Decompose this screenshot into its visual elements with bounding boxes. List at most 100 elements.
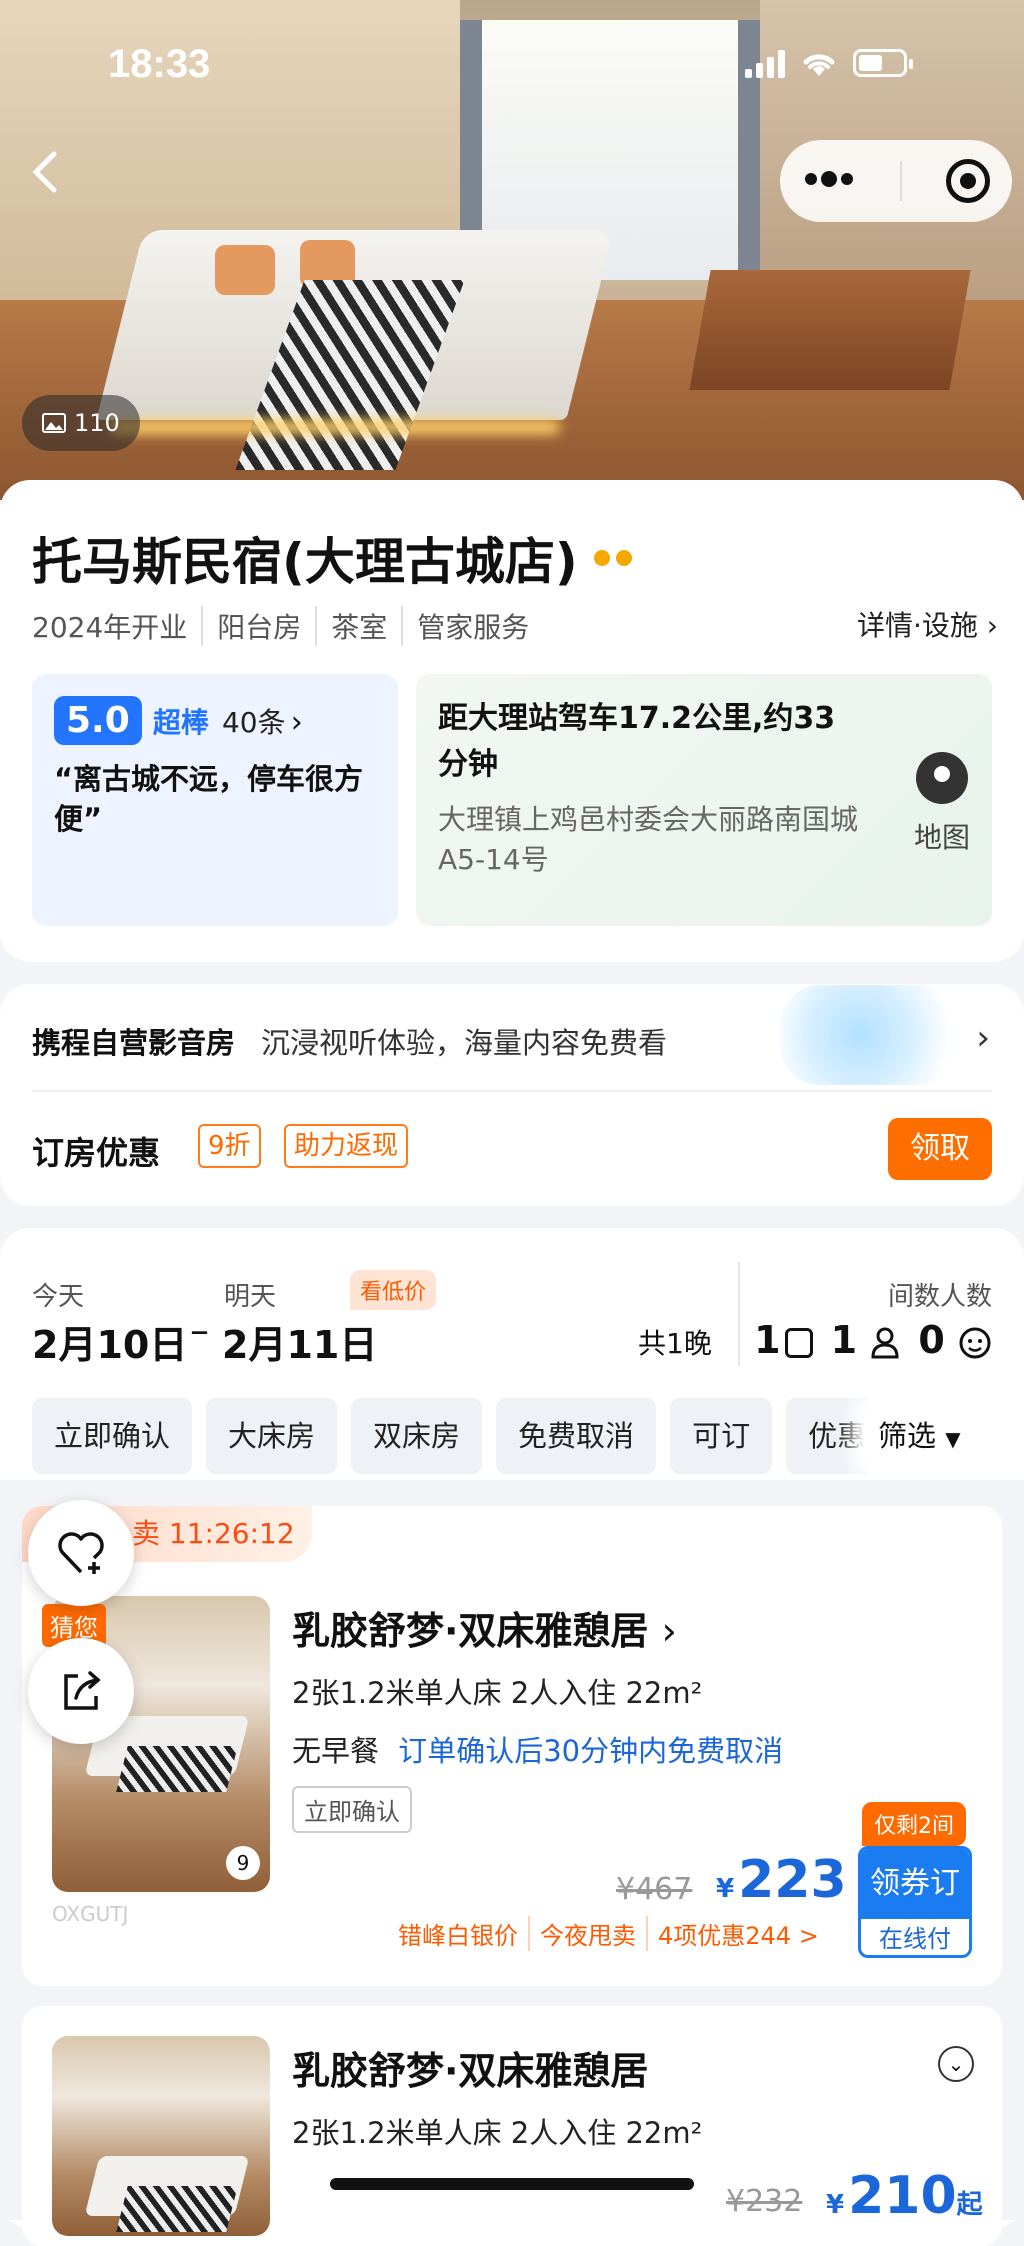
room-name[interactable]: 乳胶舒梦·双床雅憩居 (292, 2040, 648, 2095)
diamond-icon (593, 550, 610, 566)
map-label: 地图 (913, 821, 970, 854)
diamond-icon (615, 550, 632, 566)
share-button[interactable] (28, 1638, 134, 1744)
room-icon (784, 1327, 813, 1358)
review-summary[interactable]: 5.0 超棒 40条 › “离古城不远，停车很方便” (32, 674, 398, 926)
filter-chip[interactable]: 大床房 (206, 1398, 338, 1474)
favorite-button[interactable] (28, 1500, 134, 1606)
chevron-right-icon[interactable]: › (976, 1018, 990, 1058)
currency: ¥ (716, 1874, 735, 1904)
filter-chip[interactable]: 立即确认 (32, 1398, 193, 1474)
room-price: ¥223 (716, 1850, 847, 1910)
filter-chip[interactable]: 优惠 (786, 1398, 868, 1474)
hotel-tag: 阳台房 (201, 606, 315, 646)
filter-chip[interactable]: 可订 (670, 1398, 773, 1474)
room-price: ¥210起 (826, 2166, 983, 2226)
chevron-right-icon: › (661, 1609, 677, 1653)
map-button[interactable]: 地图 (914, 752, 970, 856)
photo-count-badge[interactable]: 110 (22, 395, 140, 451)
breakfast: 无早餐 (292, 1734, 380, 1768)
deal-tags[interactable]: 错峰白银价 今夜甩卖 4项优惠244 > (398, 1916, 829, 1951)
low-price-tag[interactable]: 看低价 (350, 1270, 437, 1310)
deal-tag: 今夜甩卖 (528, 1916, 646, 1951)
battery-icon (853, 49, 913, 77)
checkout-date[interactable]: 2月11日 (222, 1314, 377, 1369)
hotel-title: 托马斯民宿(大理古城店) (32, 522, 632, 594)
claim-coupon-button[interactable]: 领取 (888, 1118, 992, 1180)
coupon-tag: 助力返现 (284, 1124, 409, 1168)
checkin-date[interactable]: 2月10日 (32, 1314, 187, 1369)
checkin-label: 今天 (32, 1282, 85, 1312)
status-time: 18:33 (108, 42, 211, 86)
pay-label: 在线付 (879, 1925, 951, 1953)
review-score-word: 超棒 (152, 706, 209, 739)
room-image-count: 9 (226, 1846, 260, 1880)
filter-button[interactable]: 筛选 ▼ (868, 1398, 1008, 1474)
date-dash: – (190, 1308, 209, 1352)
adult-icon (871, 1327, 899, 1358)
location-address: 大理镇上鸡邑村委会大丽路南国城A5-14号 (438, 803, 859, 876)
review-count: 40条 (221, 706, 286, 739)
location-box[interactable]: 距大理站驾车17.2公里,约33分钟 大理镇上鸡邑村委会大丽路南国城A5-14号… (416, 674, 992, 926)
hotel-tag: 2024年开业 (32, 611, 188, 644)
hero-bed-light (110, 420, 560, 434)
deal-tag: 错峰白银价 (398, 1922, 518, 1950)
room-name: 乳胶舒梦·双床雅憩居 (292, 1609, 649, 1653)
book-button[interactable]: 领券订 在线付 (858, 1846, 972, 1958)
review-quote: “离古城不远，停车很方便” (54, 762, 364, 836)
chevron-right-icon: › (986, 609, 998, 642)
hotel-name: 托马斯民宿(大理古城店) (32, 533, 578, 591)
hotel-tag: 茶室 (315, 606, 401, 646)
signal-icon (745, 48, 785, 78)
hero-desk (689, 270, 971, 390)
guest-label: 间数人数 (887, 1282, 992, 1312)
review-score: 5.0 (54, 696, 142, 745)
more-button[interactable] (802, 169, 856, 193)
room-spec: 2张1.2米单人床 2人入住 22m² (292, 1676, 703, 1710)
price-value: 210 (848, 2166, 957, 2226)
film-reel-icon (780, 985, 980, 1085)
wifi-icon (803, 54, 835, 76)
hotel-tags: 2024年开业 阳台房 茶室 管家服务 (32, 606, 543, 646)
back-button[interactable] (30, 150, 74, 194)
expand-chevron-icon[interactable]: ⌄ (938, 2046, 974, 2082)
cinema-room-banner[interactable]: 携程自营影音房 沉浸视听体验，海量内容免费看 (32, 1020, 667, 1062)
child-icon (959, 1327, 991, 1358)
location-distance: 距大理站驾车17.2公里,约33分钟 (438, 701, 836, 782)
promo-desc: 沉浸视听体验，海量内容免费看 (261, 1026, 668, 1060)
image-icon (42, 413, 66, 433)
details-facilities-link[interactable]: 详情·设施 › (857, 604, 998, 644)
promo-title: 携程自营影音房 (32, 1026, 236, 1060)
book-label: 领券订 (861, 1849, 969, 1919)
coupon-tag: 9折 (198, 1124, 261, 1168)
checkout-label: 明天 (224, 1282, 277, 1312)
watermark: OXGUTJ (52, 1902, 129, 1926)
hero-pillow (215, 245, 275, 295)
home-indicator (330, 2178, 694, 2190)
filter-chip[interactable]: 双床房 (351, 1398, 483, 1474)
guest-selector[interactable]: 1 1 0 (754, 1318, 992, 1362)
room-policy: 无早餐 订单确认后30分钟内免费取消 (292, 1728, 783, 1770)
caret-down-icon: ▼ (945, 1427, 961, 1451)
child-count: 0 (918, 1318, 992, 1362)
room-image[interactable] (52, 2036, 270, 2236)
map-pin-icon (915, 752, 968, 804)
close-miniprogram-icon[interactable] (946, 159, 990, 203)
chevron-right-icon: › (290, 705, 303, 740)
original-price: ¥232 (726, 2184, 803, 2219)
cancel-policy: 订单确认后30分钟内免费取消 (398, 1734, 784, 1768)
original-price: ¥467 (616, 1872, 693, 1907)
hotel-tag: 管家服务 (401, 606, 543, 646)
capsule-divider (900, 161, 902, 201)
room-title[interactable]: 乳胶舒梦·双床雅憩居 › (292, 1600, 677, 1655)
room-count: 1 (754, 1318, 813, 1362)
filter-chips: 立即确认 大床房 双床房 免费取消 可订 优惠 (32, 1398, 868, 1474)
status-icons (745, 48, 913, 78)
filter-chip[interactable]: 免费取消 (496, 1398, 657, 1474)
filter-label: 筛选 (878, 1419, 937, 1453)
divider (738, 1262, 740, 1366)
coupon-label: 订房优惠 (32, 1134, 161, 1172)
photo-count: 110 (74, 409, 120, 437)
deal-tag: 4项优惠244 > (646, 1916, 829, 1951)
remaining-rooms-tag: 仅剩2间 (862, 1802, 966, 1846)
